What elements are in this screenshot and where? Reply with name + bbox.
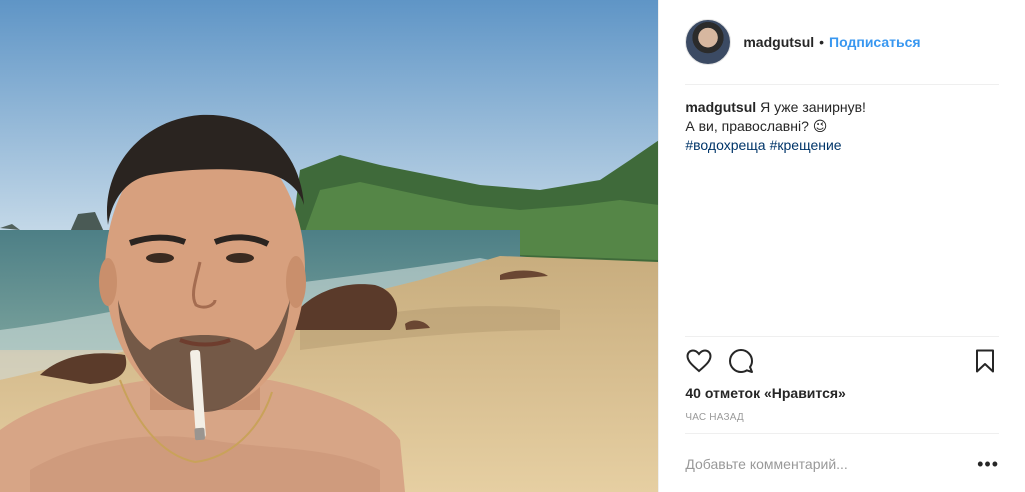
beach-selfie-image [0,0,659,492]
header-divider [685,84,999,85]
post-photo[interactable] [0,0,659,492]
hashtag-link[interactable]: #водохреща [685,137,765,153]
comment-input[interactable] [685,456,978,472]
hashtag-link[interactable]: #крещение [770,137,842,153]
post-caption: madgutsul Я уже занирнув! А ви, православ… [685,98,999,155]
comment-icon[interactable] [727,347,755,375]
post-header: madgutsul • Подписаться [685,16,999,68]
instagram-post: madgutsul • Подписаться madgutsul Я уже з… [0,0,1025,492]
username-link[interactable]: madgutsul [743,34,814,50]
comment-divider [685,433,999,434]
likes-count[interactable]: 40 отметок «Нравится» [685,385,845,401]
avatar[interactable] [685,19,732,65]
caption-username-link[interactable]: madgutsul [685,99,756,115]
caption-line-1: Я уже занирнув! [760,99,866,115]
heart-icon[interactable] [685,347,713,375]
more-options-icon[interactable]: ••• [977,455,999,473]
separator-dot: • [819,34,825,50]
comment-form: ••• [685,450,999,478]
bookmark-icon[interactable] [971,347,999,375]
caption-line-2: А ви, православні? 😉 [685,118,828,134]
actions-divider [685,336,999,337]
follow-button[interactable]: Подписаться [829,34,921,50]
post-timestamp[interactable]: ЧАС НАЗАД [685,412,744,423]
post-sidebar: madgutsul • Подписаться madgutsul Я уже з… [658,0,1025,492]
action-bar [685,346,999,376]
